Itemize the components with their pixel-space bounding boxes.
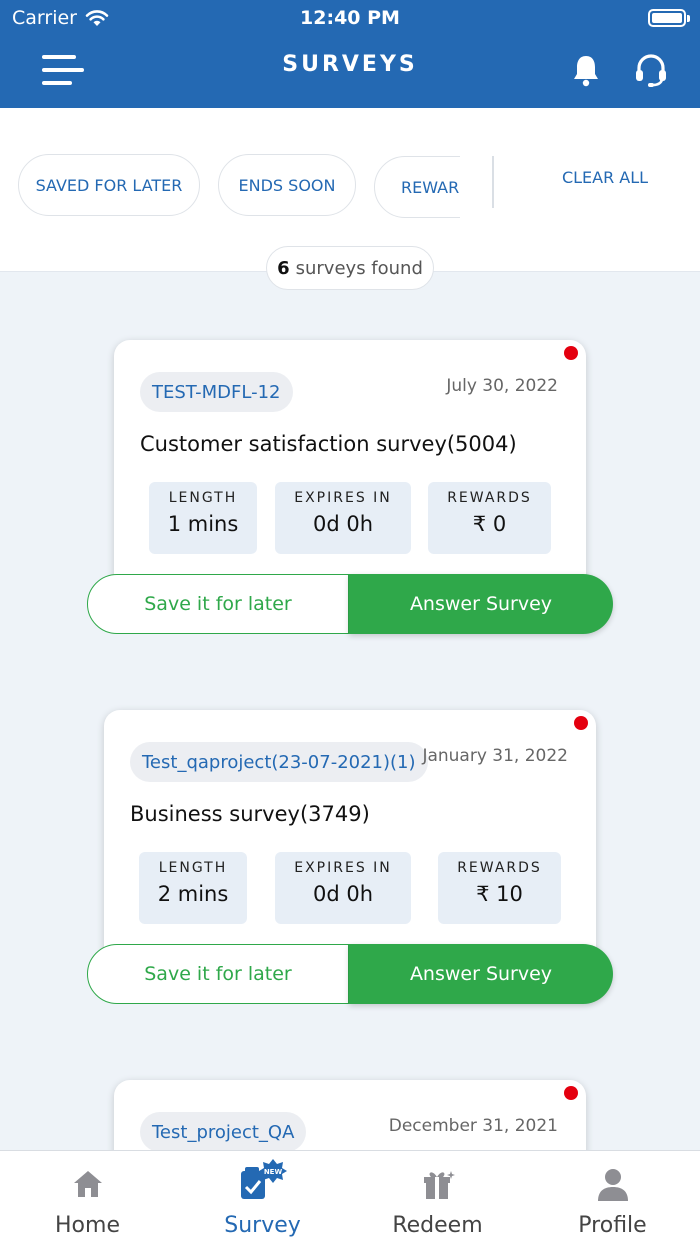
filter-divider xyxy=(492,156,494,208)
filter-chip-saved-for-later[interactable]: SAVED FOR LATER xyxy=(18,154,200,216)
answer-survey-button[interactable]: Answer Survey xyxy=(349,574,613,634)
results-label: surveys found xyxy=(295,257,423,279)
home-icon xyxy=(73,1171,102,1197)
filter-chip-ends-soon[interactable]: ENDS SOON xyxy=(218,154,356,216)
unread-dot xyxy=(574,716,588,730)
project-tag: TEST-MDFL-12 xyxy=(140,372,293,412)
stat-expires: EXPIRES IN 0d 0h xyxy=(275,852,411,924)
filter-chips[interactable]: SAVED FOR LATER ENDS SOON REWAR xyxy=(0,148,460,228)
stat-length-label: LENGTH xyxy=(158,860,228,876)
survey-card[interactable]: Test_qaproject(23-07-2021)(1) January 31… xyxy=(104,710,596,968)
new-badge-text: NEW xyxy=(263,1168,282,1176)
stat-expires-label: EXPIRES IN xyxy=(294,860,392,876)
headset-icon[interactable] xyxy=(632,52,670,88)
stat-rewards-label: REWARDS xyxy=(457,860,542,876)
stat-rewards-value: ₹ 10 xyxy=(476,882,523,906)
answer-survey-button[interactable]: Answer Survey xyxy=(349,944,613,1004)
results-count-badge: 6 surveys found xyxy=(266,246,434,290)
stat-length-value: 2 mins xyxy=(157,882,229,906)
tab-home[interactable]: Home xyxy=(0,1151,175,1244)
stat-expires-value: 0d 0h xyxy=(312,882,374,906)
clear-all-button[interactable]: CLEAR ALL xyxy=(540,168,670,187)
battery-icon xyxy=(648,9,690,27)
status-bar: Carrier 12:40 PM xyxy=(0,0,700,36)
gift-icon xyxy=(423,1171,455,1199)
stat-length: LENGTH 2 mins xyxy=(139,852,247,924)
card-actions: Save it for later Answer Survey xyxy=(87,574,613,634)
survey-title: Business survey(3749) xyxy=(130,802,370,826)
survey-date: January 31, 2022 xyxy=(422,746,568,766)
project-tag: Test_project_QA xyxy=(140,1112,307,1152)
survey-card[interactable]: TEST-MDFL-12 July 30, 2022 Customer sati… xyxy=(114,340,586,598)
tab-survey[interactable]: NEW Survey xyxy=(175,1151,350,1244)
filter-bar: SAVED FOR LATER ENDS SOON REWAR CLEAR AL… xyxy=(0,108,700,290)
unread-dot xyxy=(564,346,578,360)
tab-home-label: Home xyxy=(55,1213,120,1238)
stat-expires-label: EXPIRES IN xyxy=(294,490,392,506)
stat-expires-value: 0d 0h xyxy=(312,512,374,536)
save-for-later-button[interactable]: Save it for later xyxy=(87,574,349,634)
card-actions: Save it for later Answer Survey xyxy=(87,944,613,1004)
survey-new-icon: NEW xyxy=(240,1159,287,1199)
bottom-tab-bar: Home NEW Survey Redeem Profile xyxy=(0,1150,700,1244)
status-time: 12:40 PM xyxy=(300,7,400,29)
app-header: Carrier 12:40 PM SURVEYS xyxy=(0,0,700,108)
stat-length: LENGTH 1 mins xyxy=(149,482,257,554)
survey-date: December 31, 2021 xyxy=(388,1116,558,1136)
survey-date: July 30, 2022 xyxy=(446,376,558,396)
bell-icon[interactable] xyxy=(568,52,604,88)
stat-length-label: LENGTH xyxy=(168,490,238,506)
tab-profile-label: Profile xyxy=(578,1213,647,1238)
save-for-later-button[interactable]: Save it for later xyxy=(87,944,349,1004)
stat-length-value: 1 mins xyxy=(167,512,239,536)
stat-rewards-label: REWARDS xyxy=(447,490,532,506)
profile-icon xyxy=(597,1169,628,1201)
survey-title: Customer satisfaction survey(5004) xyxy=(140,432,517,456)
stat-expires: EXPIRES IN 0d 0h xyxy=(275,482,411,554)
stat-rewards: REWARDS ₹ 10 xyxy=(438,852,561,924)
project-tag: Test_qaproject(23-07-2021)(1) xyxy=(130,742,428,782)
tab-survey-label: Survey xyxy=(224,1213,301,1238)
results-count: 6 xyxy=(277,257,290,279)
tab-redeem-label: Redeem xyxy=(392,1213,483,1238)
stat-rewards-value: ₹ 0 xyxy=(472,512,507,536)
tab-profile[interactable]: Profile xyxy=(525,1151,700,1244)
unread-dot xyxy=(564,1086,578,1100)
filter-chip-rewards[interactable]: REWAR xyxy=(374,156,460,218)
tab-redeem[interactable]: Redeem xyxy=(350,1151,525,1244)
stat-rewards: REWARDS ₹ 0 xyxy=(428,482,551,554)
